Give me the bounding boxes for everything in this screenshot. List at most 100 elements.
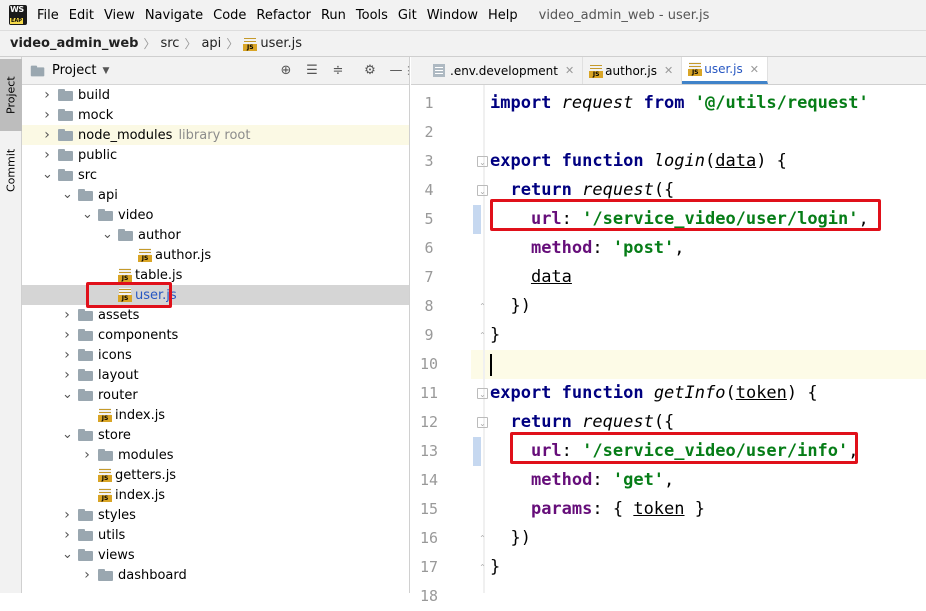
project-tool-tab[interactable]: Project: [0, 59, 22, 131]
chevron-right-icon[interactable]: ›: [42, 127, 52, 143]
menu-refactor[interactable]: Refactor: [256, 8, 311, 23]
menu-edit[interactable]: Edit: [69, 8, 94, 23]
code-line[interactable]: url: '/service_video/user/info',: [411, 437, 926, 466]
tree-folder-item[interactable]: › mock: [22, 105, 409, 125]
chevron-right-icon[interactable]: ›: [42, 87, 52, 103]
code-line[interactable]: params: { token }: [411, 495, 926, 524]
tree-folder-item[interactable]: › dashboard: [22, 565, 409, 585]
tab-env-development[interactable]: .env.development ✕: [427, 57, 584, 84]
code-line[interactable]: [411, 350, 926, 379]
fold-collapse-icon[interactable]: ⌄: [477, 388, 488, 399]
close-icon[interactable]: ✕: [664, 64, 673, 77]
tree-folder-item[interactable]: › modules: [22, 445, 409, 465]
tree-folder-item[interactable]: ⌄ router: [22, 385, 409, 405]
chevron-right-icon[interactable]: ›: [42, 147, 52, 163]
close-icon[interactable]: ✕: [565, 64, 574, 77]
tree-file-item[interactable]: table.js: [22, 265, 409, 285]
tree-folder-item[interactable]: ⌄ api: [22, 185, 409, 205]
dropdown-arrow-icon[interactable]: ▼: [102, 66, 109, 76]
hide-panel-icon[interactable]: —: [388, 63, 404, 79]
chevron-right-icon[interactable]: ›: [82, 567, 92, 583]
menu-run[interactable]: Run: [321, 8, 346, 23]
tree-folder-item[interactable]: › node_modules library root: [22, 125, 409, 145]
collapse-all-icon[interactable]: ≑: [330, 63, 346, 79]
change-marker[interactable]: [473, 437, 481, 466]
tree-file-item[interactable]: index.js: [22, 485, 409, 505]
breadcrumb-file[interactable]: user.js: [260, 36, 302, 51]
chevron-down-icon[interactable]: ⌄: [62, 388, 73, 401]
locate-file-icon[interactable]: ⊕: [278, 63, 294, 79]
tabs-overflow-icon[interactable]: ⋮: [403, 64, 414, 77]
code-line[interactable]: [411, 582, 926, 611]
breadcrumb-src[interactable]: src: [160, 36, 179, 51]
fold-collapse-icon[interactable]: ⌄: [477, 417, 488, 428]
tree-folder-item[interactable]: ⌄ author: [22, 225, 409, 245]
fold-collapse-icon[interactable]: ⌄: [477, 156, 488, 167]
code-line[interactable]: }: [411, 553, 926, 582]
tree-folder-item[interactable]: › assets: [22, 305, 409, 325]
commit-tool-tab[interactable]: Commit: [0, 139, 22, 201]
code-line[interactable]: [411, 118, 926, 147]
code-line[interactable]: export function login(data) {: [411, 147, 926, 176]
code-line[interactable]: }): [411, 292, 926, 321]
close-icon[interactable]: ✕: [750, 63, 759, 76]
chevron-right-icon[interactable]: ›: [62, 507, 72, 523]
tree-file-item[interactable]: user.js: [22, 285, 409, 305]
tree-folder-item[interactable]: › layout: [22, 365, 409, 385]
tab-author-js[interactable]: author.js ✕: [583, 57, 683, 84]
code-line[interactable]: method: 'get',: [411, 466, 926, 495]
breadcrumb-api[interactable]: api: [201, 36, 221, 51]
tree-folder-item[interactable]: › utils: [22, 525, 409, 545]
code-line[interactable]: return request({: [411, 176, 926, 205]
chevron-right-icon[interactable]: ›: [82, 447, 92, 463]
tree-folder-item[interactable]: ⌄ src: [22, 165, 409, 185]
fold-collapse-icon[interactable]: ⌄: [477, 185, 488, 196]
chevron-down-icon[interactable]: ⌄: [102, 228, 113, 241]
chevron-down-icon[interactable]: ⌄: [42, 168, 53, 181]
fold-end-icon[interactable]: ⌃: [477, 330, 488, 341]
tree-folder-item[interactable]: › components: [22, 325, 409, 345]
tree-file-item[interactable]: index.js: [22, 405, 409, 425]
chevron-right-icon[interactable]: ›: [62, 327, 72, 343]
tree-file-item[interactable]: getters.js: [22, 465, 409, 485]
tree-folder-item[interactable]: › icons: [22, 345, 409, 365]
tab-user-js[interactable]: user.js ✕: [682, 57, 768, 84]
code-area[interactable]: import request from '@/utils/request' exp…: [411, 85, 926, 593]
chevron-right-icon[interactable]: ›: [62, 347, 72, 363]
code-line[interactable]: url: '/service_video/user/login',: [411, 205, 926, 234]
menu-window[interactable]: Window: [427, 8, 478, 23]
tree-folder-item[interactable]: › public: [22, 145, 409, 165]
tree-folder-item[interactable]: › build: [22, 85, 409, 105]
menu-code[interactable]: Code: [213, 8, 246, 23]
tree-folder-item[interactable]: ⌄ views: [22, 545, 409, 565]
code-line[interactable]: import request from '@/utils/request': [411, 89, 926, 118]
expand-all-icon[interactable]: ☰: [304, 63, 320, 79]
chevron-right-icon[interactable]: ›: [62, 307, 72, 323]
tree-folder-item[interactable]: › styles: [22, 505, 409, 525]
fold-end-icon[interactable]: ⌃: [477, 301, 488, 312]
menu-navigate[interactable]: Navigate: [145, 8, 203, 23]
chevron-down-icon[interactable]: ⌄: [62, 428, 73, 441]
code-line[interactable]: }): [411, 524, 926, 553]
code-line[interactable]: data: [411, 263, 926, 292]
change-marker[interactable]: [473, 205, 481, 234]
chevron-down-icon[interactable]: ⌄: [62, 548, 73, 561]
code-line[interactable]: }: [411, 321, 926, 350]
project-panel-title[interactable]: Project: [52, 63, 96, 78]
tree-folder-item[interactable]: ⌄ video: [22, 205, 409, 225]
chevron-right-icon[interactable]: ›: [62, 527, 72, 543]
code-line[interactable]: return request({: [411, 408, 926, 437]
menu-tools[interactable]: Tools: [356, 8, 388, 23]
chevron-right-icon[interactable]: ›: [62, 367, 72, 383]
chevron-right-icon[interactable]: ›: [42, 107, 52, 123]
code-line[interactable]: export function getInfo(token) {: [411, 379, 926, 408]
breadcrumb-project[interactable]: video_admin_web: [10, 36, 138, 51]
menu-file[interactable]: File: [37, 8, 59, 23]
tree-folder-item[interactable]: ⌄ store: [22, 425, 409, 445]
chevron-down-icon[interactable]: ⌄: [82, 208, 93, 221]
tree-file-item[interactable]: author.js: [22, 245, 409, 265]
menu-view[interactable]: View: [104, 8, 135, 23]
fold-end-icon[interactable]: ⌃: [477, 533, 488, 544]
menu-git[interactable]: Git: [398, 8, 417, 23]
fold-end-icon[interactable]: ⌃: [477, 562, 488, 573]
